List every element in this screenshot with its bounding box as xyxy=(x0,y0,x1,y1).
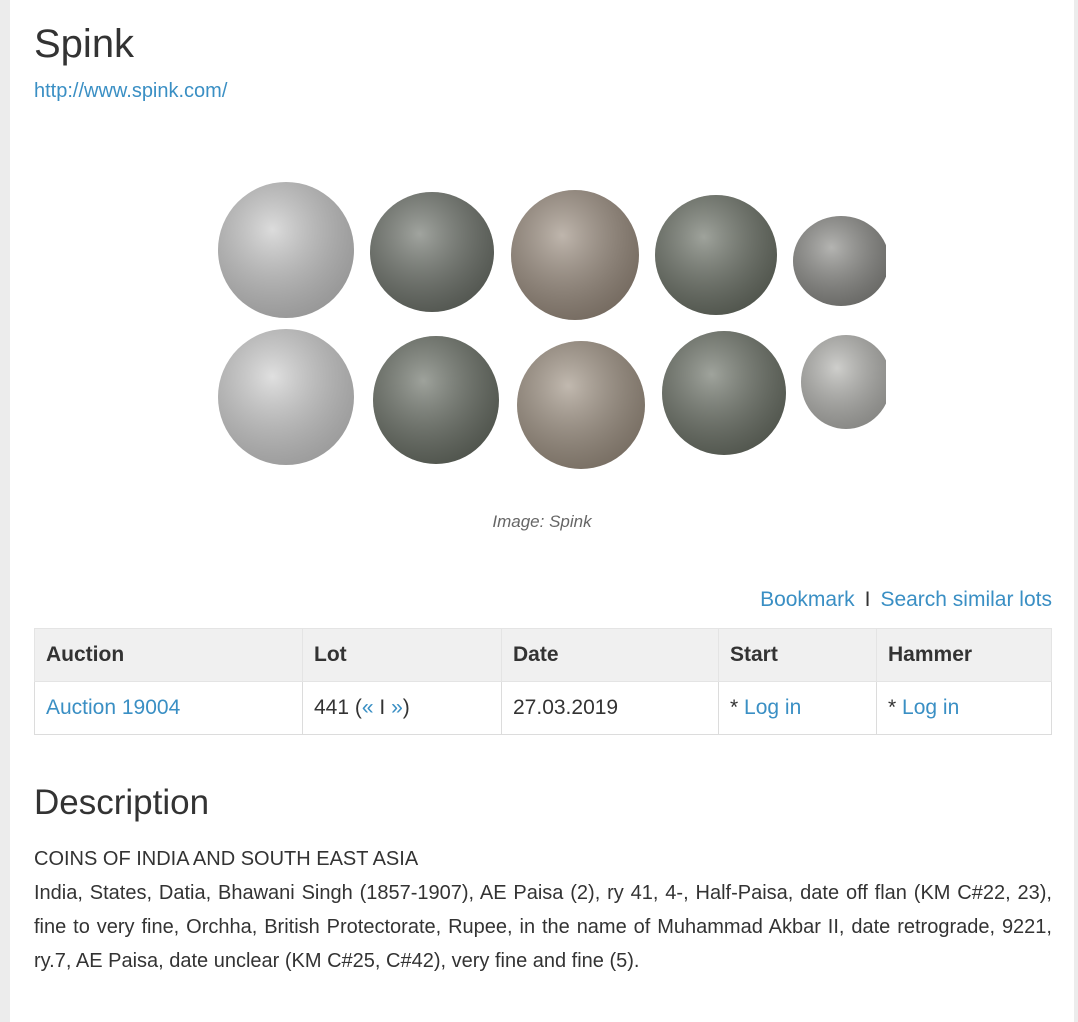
start-cell: * Log in xyxy=(718,681,877,735)
lot-actions: Bookmark I Search similar lots xyxy=(760,588,1052,612)
previous-lot-link[interactable]: « xyxy=(362,696,374,719)
coin-row-reverse xyxy=(218,329,886,469)
column-header-auction: Auction xyxy=(34,628,303,682)
description-text: India, States, Datia, Bhawani Singh (185… xyxy=(34,882,1052,972)
hammer-cell: * Log in xyxy=(876,681,1052,735)
image-caption: Image: Spink xyxy=(492,512,592,531)
auction-cell: Auction 19004 xyxy=(34,681,303,735)
column-header-lot: Lot xyxy=(302,628,502,682)
auction-link[interactable]: Auction 19004 xyxy=(46,696,180,719)
description-category: COINS OF INDIA AND SOUTH EAST ASIA xyxy=(34,848,419,870)
table-header-row: Auction Lot Date Start Hammer xyxy=(34,628,1052,682)
page-title: Spink xyxy=(34,22,135,66)
lot-number: 441 xyxy=(314,696,350,719)
next-lot-link[interactable]: » xyxy=(391,696,403,719)
column-header-hammer: Hammer xyxy=(876,628,1052,682)
start-login-link[interactable]: Log in xyxy=(744,696,801,719)
date-cell: 27.03.2019 xyxy=(501,681,719,735)
column-header-start: Start xyxy=(718,628,877,682)
description-body: COINS OF INDIA AND SOUTH EAST ASIA India… xyxy=(34,842,1052,978)
search-similar-lots-link[interactable]: Search similar lots xyxy=(880,588,1052,611)
lot-table: Auction Lot Date Start Hammer Auction 19… xyxy=(34,628,1052,735)
lot-page: Spink http://www.spink.com/ Image: Spink… xyxy=(10,0,1074,1022)
auction-house-link[interactable]: http://www.spink.com/ xyxy=(34,80,227,103)
bookmark-link[interactable]: Bookmark xyxy=(760,588,855,611)
hammer-prefix: * xyxy=(888,696,897,719)
lot-nav-separator: I xyxy=(379,696,386,719)
coin-row-obverse xyxy=(218,182,886,320)
coins-image[interactable] xyxy=(206,175,886,475)
hammer-login-link[interactable]: Log in xyxy=(902,696,959,719)
description-heading: Description xyxy=(34,783,210,822)
actions-separator: I xyxy=(864,588,871,611)
lot-cell: 441 (« I ») xyxy=(302,681,502,735)
start-prefix: * xyxy=(730,696,739,719)
table-row: Auction 19004 441 (« I ») 27.03.2019 * L… xyxy=(34,681,1052,735)
column-header-date: Date xyxy=(501,628,719,682)
